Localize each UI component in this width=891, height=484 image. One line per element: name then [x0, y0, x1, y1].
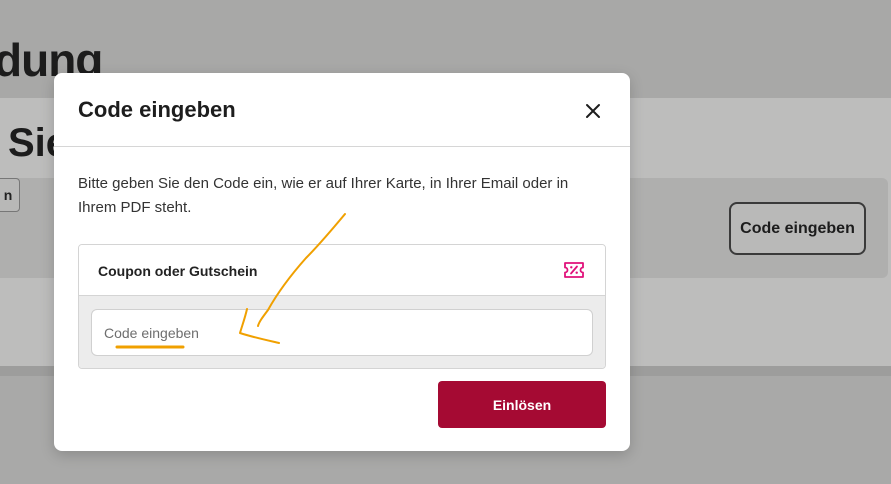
close-icon [586, 104, 600, 118]
background-code-button: Code eingeben [729, 202, 866, 255]
dialog-header: Code eingeben [54, 73, 630, 147]
redeem-button[interactable]: Einlösen [438, 381, 606, 428]
dialog-title: Code eingeben [78, 97, 236, 122]
code-dialog: Code eingeben Bitte geben Sie den Code e… [54, 73, 630, 451]
coupon-label: Coupon oder Gutschein [98, 263, 258, 279]
ticket-percent-icon [564, 262, 584, 278]
coupon-panel-header: Coupon oder Gutschein [79, 245, 605, 296]
instructions-text: Bitte geben Sie den Code ein, wie er auf… [78, 175, 569, 216]
coupon-panel-body [79, 296, 605, 368]
code-input[interactable] [91, 309, 593, 356]
close-button[interactable] [580, 98, 606, 124]
coupon-panel: Coupon oder Gutschein [78, 244, 606, 369]
background-small-button: n [0, 178, 20, 212]
